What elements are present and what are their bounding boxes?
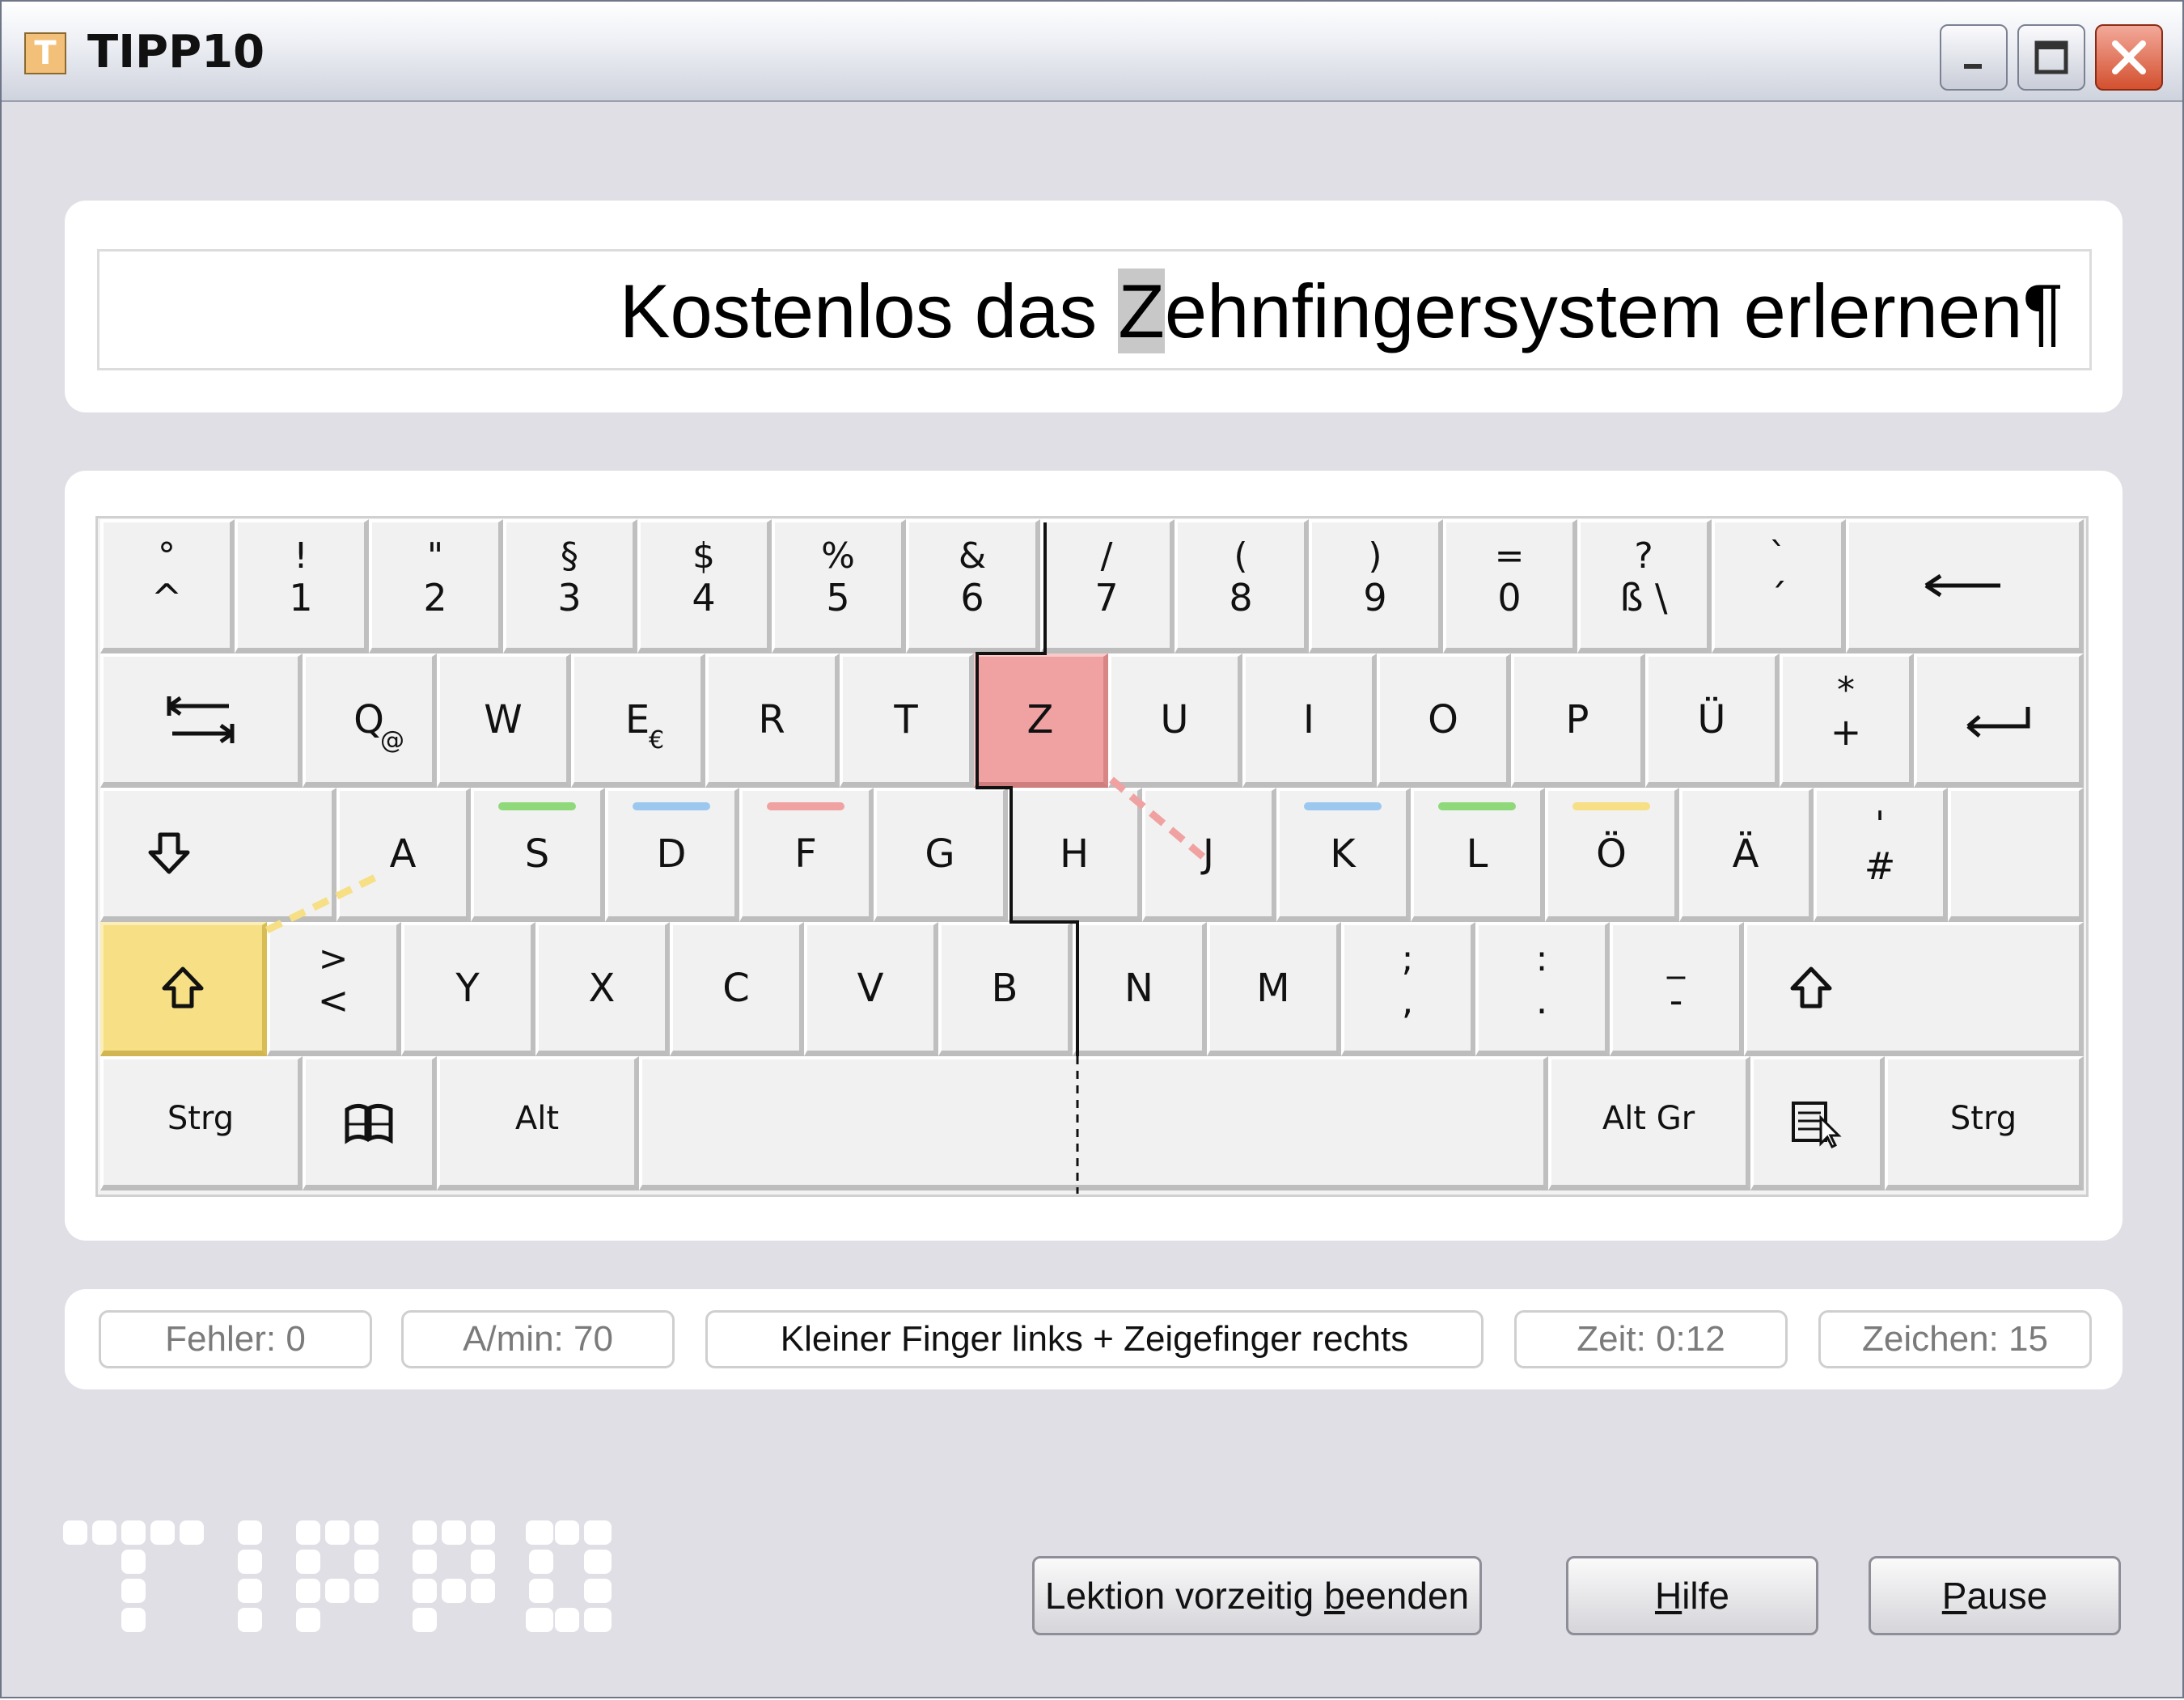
help-label-accel: H	[1654, 1575, 1682, 1617]
finger-guide-red	[1109, 776, 1206, 861]
hand-separator-line	[976, 522, 1079, 1056]
keyboard-guides	[265, 522, 1206, 1194]
end-lesson-label-b: eenden	[1344, 1575, 1470, 1617]
status-speed: A/min: 70	[401, 1310, 675, 1368]
status-time: Zeit: 0:12	[1514, 1310, 1788, 1368]
status-finger-hint: Kleiner Finger links + Zeigefinger recht…	[705, 1310, 1484, 1368]
pause-label: ause	[1966, 1575, 2048, 1617]
status-chars: Zeichen: 15	[1818, 1310, 2092, 1368]
finger-guide-yellow	[265, 869, 385, 934]
status-errors: Fehler: 0	[99, 1310, 372, 1368]
app-window: T TIPP10 Kostenlos das Zehnfingersystem …	[0, 0, 2184, 1698]
end-lesson-button[interactable]: Lektion vorzeitig beenden	[1032, 1556, 1482, 1635]
tipp10-logo-zero	[524, 1519, 612, 1635]
end-lesson-label-a: Lektion vorzeitig	[1044, 1575, 1325, 1617]
end-lesson-label-accel: b	[1324, 1575, 1345, 1617]
pause-label-accel: P	[1941, 1575, 1967, 1617]
pause-button[interactable]: Pause	[1869, 1556, 2121, 1635]
help-label: ilfe	[1682, 1575, 1730, 1617]
help-button[interactable]: Hilfe	[1566, 1556, 1818, 1635]
